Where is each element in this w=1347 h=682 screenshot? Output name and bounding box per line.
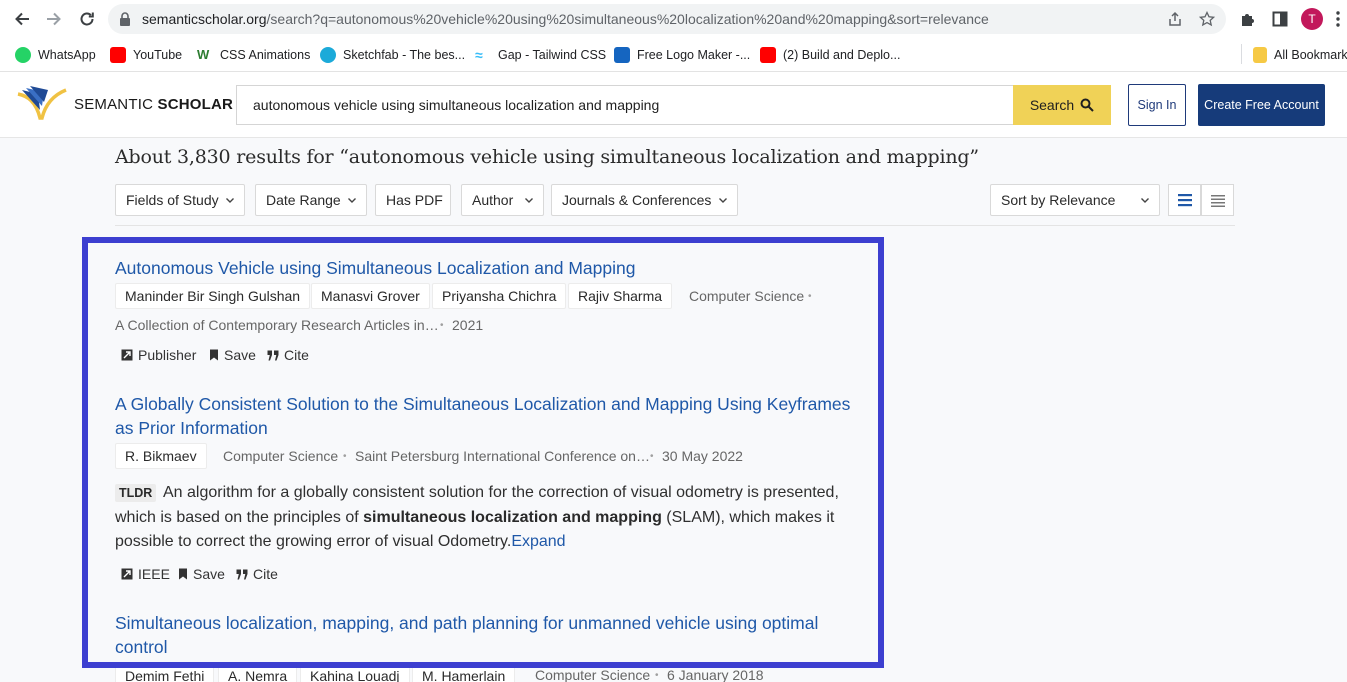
chevron-down-icon (525, 198, 533, 203)
external-link-icon (121, 349, 133, 361)
side-panel-icon[interactable] (1270, 9, 1290, 29)
bookmark-css-animations[interactable]: W CSS Animations (197, 46, 310, 64)
chevron-down-icon (719, 198, 727, 203)
lock-icon (120, 12, 130, 26)
author-chip[interactable]: Maninder Bir Singh Gulshan (115, 283, 311, 309)
youtube-icon (110, 47, 126, 63)
publication-date: 30 May 2022 (662, 448, 743, 464)
author-chip[interactable]: R. Bikmaev (115, 443, 207, 469)
field-of-study: Computer Science (223, 448, 339, 464)
cite-button[interactable]: Cite (267, 346, 309, 364)
site-header: SEMANTIC SCHOLAR Search Sign In Create F… (0, 72, 1347, 138)
share-icon[interactable] (1166, 10, 1184, 28)
profile-avatar[interactable]: T (1301, 8, 1323, 30)
chevron-down-icon (348, 198, 356, 203)
bookmark-icon (179, 568, 187, 580)
meta-separator: • (650, 451, 654, 462)
sort-dropdown[interactable]: Sort by Relevance (990, 184, 1160, 216)
create-account-button[interactable]: Create Free Account (1198, 84, 1325, 126)
chevron-down-icon (1141, 198, 1149, 203)
venue[interactable]: Saint Petersburg International Conferenc… (355, 448, 650, 464)
meta-separator: • (343, 451, 347, 462)
author-chip[interactable]: Demim Fethi (115, 663, 215, 682)
publication-date: 2021 (452, 317, 484, 333)
venue[interactable]: A Collection of Contemporary Research Ar… (115, 317, 439, 333)
meta-separator: • (808, 291, 812, 302)
meta-separator: • (440, 320, 444, 331)
bookmark-icon (210, 349, 218, 361)
youtube-icon (760, 47, 776, 63)
sign-in-button[interactable]: Sign In (1128, 84, 1186, 126)
paper-title-link[interactable]: A Globally Consistent Solution to the Si… (115, 392, 855, 440)
author-chip[interactable]: M. Hamerlain (412, 663, 516, 682)
search-input[interactable] (237, 86, 1013, 124)
bookmark-whatsapp[interactable]: WhatsApp (15, 46, 96, 64)
tldr-text: An algorithm for a globally consistent s… (115, 484, 839, 550)
compact-list-icon (1210, 195, 1225, 207)
quote-icon (267, 350, 279, 360)
publication-date: 6 January 2018 (667, 667, 764, 682)
whatsapp-icon (15, 47, 31, 63)
extensions-icon[interactable] (1238, 9, 1258, 29)
save-button[interactable]: Save (178, 565, 225, 583)
site-logo-text[interactable]: SEMANTIC SCHOLAR (74, 96, 233, 113)
search-box (236, 85, 1013, 125)
publisher-link[interactable]: Publisher (121, 346, 196, 364)
paper-title-link[interactable]: Autonomous Vehicle using Simultaneous Lo… (115, 256, 855, 280)
cite-button[interactable]: Cite (236, 565, 278, 583)
tailwind-icon: ≈ (475, 47, 483, 63)
filter-author[interactable]: Author (461, 184, 544, 216)
results-heading: About 3,830 results for “autonomous vehi… (115, 146, 979, 168)
bookmark-tailwind[interactable]: ≈ Gap - Tailwind CSS (475, 46, 606, 64)
author-chip[interactable]: Rajiv Sharma (568, 283, 673, 309)
search-icon (1080, 98, 1094, 112)
bookmarks-bar: WhatsApp YouTube W CSS Animations Sketchf… (0, 38, 1347, 72)
bookmark-sketchfab[interactable]: Sketchfab - The bes... (320, 46, 465, 64)
menu-kebab-icon[interactable] (1328, 9, 1347, 29)
bookmark-separator (1241, 44, 1242, 64)
save-button[interactable]: Save (209, 346, 256, 364)
bookmark-logo-maker[interactable]: Free Logo Maker -... (614, 46, 750, 64)
browser-toolbar: semanticscholar.org/search?q=autonomous%… (0, 0, 1347, 38)
filter-fields-of-study[interactable]: Fields of Study (115, 184, 245, 216)
chevron-down-icon (226, 198, 234, 203)
bookmark-youtube-build[interactable]: (2) Build and Deplo... (760, 46, 900, 64)
compact-view-toggle[interactable] (1201, 184, 1234, 216)
meta-separator: • (655, 670, 659, 681)
semantic-scholar-logo-icon[interactable] (16, 84, 68, 124)
all-bookmarks[interactable]: All Bookmark (1253, 46, 1347, 64)
field-of-study: Computer Science (689, 288, 805, 304)
filter-journals-conferences[interactable]: Journals & Conferences (551, 184, 738, 216)
url-text: semanticscholar.org/search?q=autonomous%… (142, 11, 989, 27)
star-icon[interactable] (1198, 10, 1216, 28)
list-icon (1177, 194, 1192, 207)
filter-divider (115, 225, 1235, 226)
author-chip[interactable]: A. Nemra (218, 663, 298, 682)
publisher-link[interactable]: IEEE (121, 565, 170, 583)
external-link-icon (121, 568, 133, 580)
filter-has-pdf[interactable]: Has PDF (375, 184, 451, 216)
folder-icon (1253, 47, 1267, 63)
quote-icon (236, 569, 248, 579)
back-icon[interactable] (10, 7, 34, 31)
author-chip[interactable]: Manasvi Grover (311, 283, 430, 309)
forward-icon[interactable] (42, 7, 66, 31)
author-chip[interactable]: Priyansha Chichra (432, 283, 567, 309)
search-button[interactable]: Search (1013, 85, 1111, 125)
paper-title-link[interactable]: Simultaneous localization, mapping, and … (115, 611, 855, 659)
logo-maker-icon (614, 47, 630, 63)
address-bar[interactable]: semanticscholar.org/search?q=autonomous%… (108, 4, 1226, 34)
author-chip[interactable]: Kahina Louadj (300, 663, 410, 682)
webflow-w-icon: W (197, 47, 210, 62)
filter-date-range[interactable]: Date Range (255, 184, 367, 216)
sketchfab-icon (320, 47, 336, 63)
field-of-study: Computer Science (535, 667, 651, 682)
bookmark-youtube[interactable]: YouTube (110, 46, 182, 64)
expand-link[interactable]: Expand (511, 533, 565, 550)
list-view-toggle[interactable] (1168, 184, 1201, 216)
reload-icon[interactable] (75, 7, 99, 31)
